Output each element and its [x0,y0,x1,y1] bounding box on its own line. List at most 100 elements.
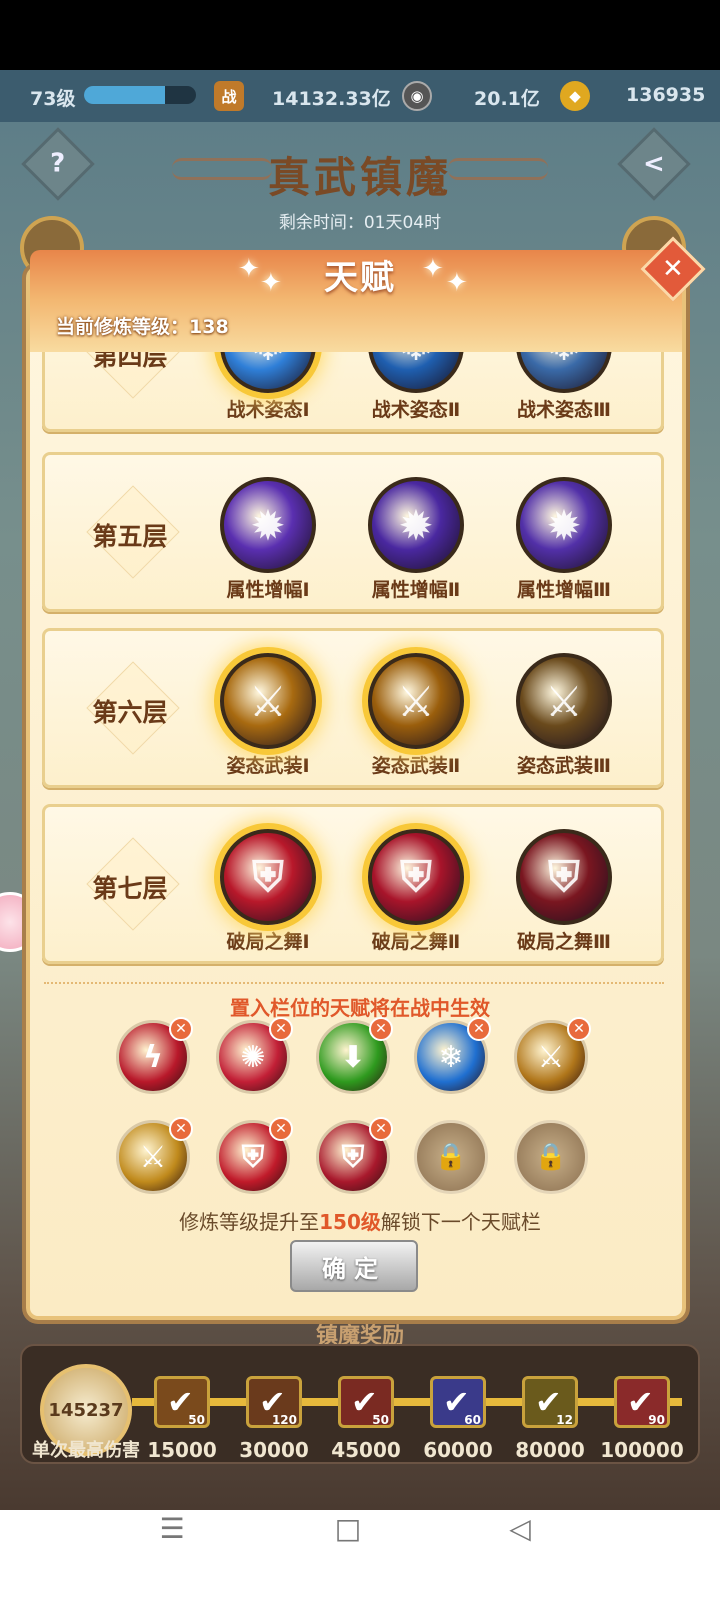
unlock-hint: 修炼等级提升至150级解锁下一个天赋栏 [0,1206,720,1235]
talent-label: 战术姿态Ⅲ [517,399,611,421]
training-level: 当前修炼等级：138 [56,316,229,338]
talent-slot[interactable]: ⚔ ✕ [116,1117,193,1194]
reward-count: 50 [372,1413,389,1427]
confirm-button[interactable]: 确定 [290,1240,418,1292]
talent-label: 属性增幅Ⅲ [517,579,611,601]
talent-glyph-icon: ❄ [224,352,312,389]
reward-item[interactable]: ✔ 90 [614,1376,670,1428]
talent-glyph-icon: ⚔ [397,676,435,726]
tier-name: 第六层 [92,698,168,727]
talent-node[interactable]: ⚔ 姿态武装Ⅲ [509,653,619,778]
max-damage-label: 单次最高伤害 [32,1440,140,1461]
talent-node[interactable]: ⛨ 破局之舞Ⅱ [361,829,471,954]
talent-node[interactable]: ✹ 属性增幅Ⅰ [213,477,323,602]
talent-icon: ❄ [516,352,612,393]
talent-icon: ⛨ [368,829,464,925]
talent-label: 破局之舞Ⅰ [226,931,310,953]
locked-talent-slot[interactable]: 🔒 [414,1120,488,1194]
exp-bar [84,86,196,104]
remove-talent-icon[interactable]: ✕ [269,1117,293,1141]
reward-item[interactable]: ✔ 120 [246,1376,302,1428]
talent-slot[interactable]: ⬇ ✕ [316,1017,393,1094]
talent-slot[interactable]: ⛨ ✕ [316,1117,393,1194]
remove-talent-icon[interactable]: ✕ [169,1117,193,1141]
talent-icon: ❄ [220,352,316,393]
talent-icon: ✹ [368,477,464,573]
power-icon: 战 [214,81,244,111]
talent-label: 破局之舞Ⅱ [371,931,461,953]
talent-slot[interactable]: ⛨ ✕ [216,1117,293,1194]
talent-glyph-icon: ⛨ [548,852,580,901]
remove-talent-icon[interactable]: ✕ [169,1017,193,1041]
talent-node[interactable]: ✹ 属性增幅Ⅲ [509,477,619,602]
talent-slot[interactable]: ⚔ ✕ [514,1017,591,1094]
talent-node[interactable]: ✹ 属性增幅Ⅱ [361,477,471,602]
talent-glyph-icon: ❄ [372,352,460,389]
talent-slot[interactable]: ϟ ✕ [116,1017,193,1094]
talent-node[interactable]: ❄ 战术姿态Ⅰ [213,352,323,422]
back-arrow-icon: < [643,148,665,179]
reward-threshold: 30000 [239,1438,309,1462]
reward-threshold: 60000 [423,1438,493,1462]
talent-tier: 第七层 ⛨ 破局之舞Ⅰ ⛨ 破局之舞Ⅱ ⛨ 破局之舞Ⅲ [42,804,664,964]
remove-talent-icon[interactable]: ✕ [567,1017,591,1041]
talent-label: 破局之舞Ⅲ [517,931,611,953]
reward-count: 90 [648,1413,665,1427]
reward-count: 120 [271,1413,297,1427]
reward-threshold: 15000 [147,1438,217,1462]
talent-node[interactable]: ❄ 战术姿态Ⅲ [509,352,619,422]
resource-bar: 73级 战 14132.33亿 ◉ 20.1亿 ◆ 136935 [0,70,720,122]
player-level: 73级 [30,88,76,110]
talent-node[interactable]: ⚔ 姿态武装Ⅱ [361,653,471,778]
exp-bar-fill [84,86,165,104]
unlock-prefix: 修炼等级提升至 [179,1210,320,1234]
talent-slot[interactable]: ❄ ✕ [414,1017,491,1094]
reward-item[interactable]: ✔ 60 [430,1376,486,1428]
talent-icon: ✹ [220,477,316,573]
talent-glyph-icon: ⛨ [400,852,432,901]
talent-label: 战术姿态Ⅱ [371,399,461,421]
tier-name: 第七层 [92,874,168,903]
talent-icon: ⚔ [516,653,612,749]
talent-glyph-icon: ✹ [398,500,434,550]
coin-value: 20.1亿 [474,88,540,110]
remove-talent-icon[interactable]: ✕ [269,1017,293,1041]
help-icon: ? [50,149,66,179]
talent-label: 姿态武装Ⅲ [517,755,611,777]
talent-glyph-icon: ❄ [520,352,608,389]
reward-threshold: 80000 [515,1438,585,1462]
talent-node[interactable]: ⚔ 姿态武装Ⅰ [213,653,323,778]
reward-item[interactable]: ✔ 12 [522,1376,578,1428]
back-icon[interactable]: ◁ [480,1508,560,1548]
close-icon: ✕ [662,253,684,284]
talent-icon: ⛨ [220,829,316,925]
remove-talent-icon[interactable]: ✕ [369,1017,393,1041]
talent-label: 属性增幅Ⅰ [226,579,310,601]
talent-node[interactable]: ⛨ 破局之舞Ⅰ [213,829,323,954]
lock-icon: 🔒 [534,1142,568,1172]
talent-slot[interactable]: ✺ ✕ [216,1017,293,1094]
locked-talent-slot[interactable]: 🔒 [514,1120,588,1194]
menu-icon[interactable]: ☰ [132,1508,212,1548]
remove-talent-icon[interactable]: ✕ [467,1017,491,1041]
talent-glyph-icon: ⛨ [252,852,284,901]
reward-item[interactable]: ✔ 50 [338,1376,394,1428]
talent-label: 战术姿态Ⅰ [226,399,310,421]
home-icon[interactable]: □ [308,1508,388,1548]
talent-tier-list[interactable]: 第四层 ❄ 战术姿态Ⅰ ❄ 战术姿态Ⅱ ❄ 战术姿态Ⅲ 第五层 ✹ 属性增幅Ⅰ ✹ 属性增幅Ⅱ ✹ 属性增… [40,352,666,972]
ingot-icon: ◆ [560,81,590,111]
talent-node[interactable]: ❄ 战术姿态Ⅱ [361,352,471,422]
talent-icon: ⛨ [516,829,612,925]
lock-icon: 🔒 [434,1142,468,1172]
remove-talent-icon[interactable]: ✕ [369,1117,393,1141]
reward-count: 12 [556,1413,573,1427]
reward-item[interactable]: ✔ 50 [154,1376,210,1428]
talent-tier: 第六层 ⚔ 姿态武装Ⅰ ⚔ 姿态武装Ⅱ ⚔ 姿态武装Ⅲ [42,628,664,788]
event-title: 真武镇魔 [267,153,452,202]
slot-hint: 置入栏位的天赋将在战中生效 [230,996,490,1020]
talent-icon: ⚔ [368,653,464,749]
talent-icon: ⚔ [220,653,316,749]
talent-node[interactable]: ⛨ 破局之舞Ⅲ [509,829,619,954]
talent-glyph-icon: ✹ [546,500,582,550]
coin-icon: ◉ [402,81,432,111]
